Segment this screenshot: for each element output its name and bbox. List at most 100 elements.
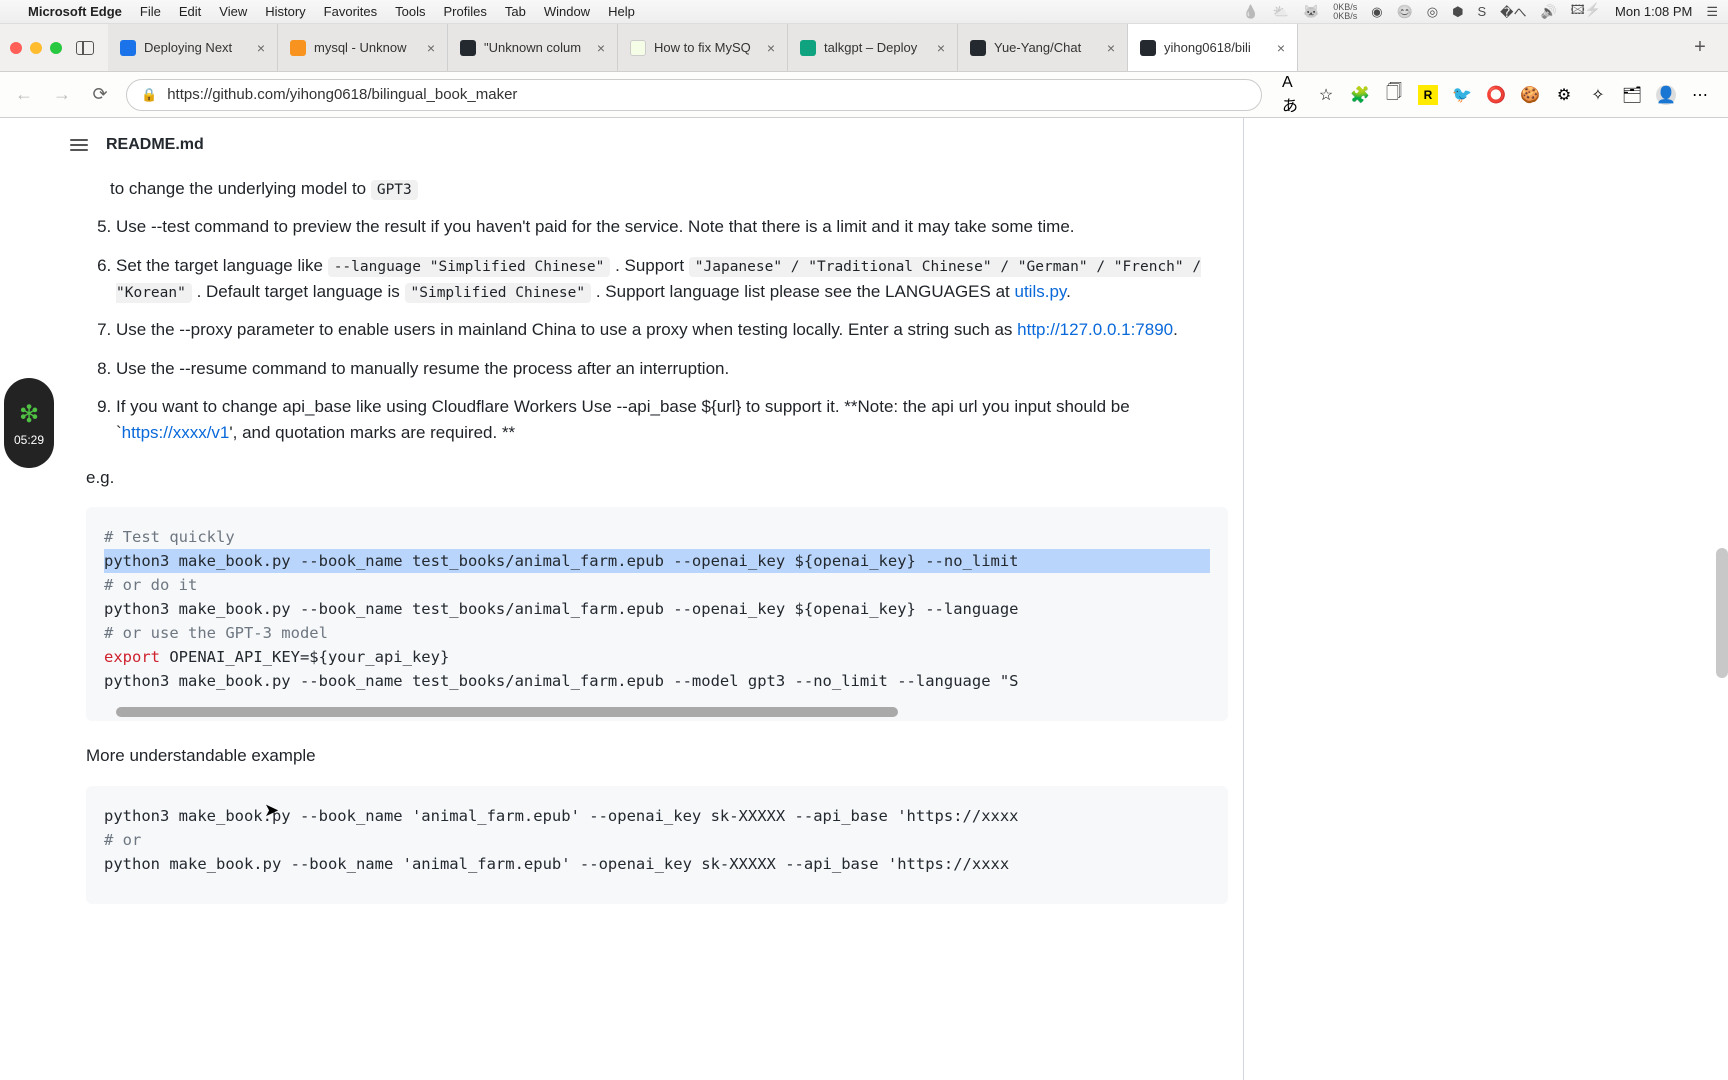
- code-block[interactable]: # Test quickly python3 make_book.py --bo…: [86, 507, 1228, 721]
- favorites-icon[interactable]: ✧: [1588, 85, 1608, 105]
- horizontal-scrollbar[interactable]: [116, 707, 898, 717]
- menu-edit[interactable]: Edit: [179, 4, 201, 19]
- close-tab-icon[interactable]: ×: [597, 40, 605, 56]
- right-rail: [1243, 118, 1728, 1080]
- status-icon[interactable]: ⬢: [1452, 4, 1463, 20]
- menu-window[interactable]: Window: [544, 4, 590, 19]
- wifi-icon[interactable]: �へ: [1500, 2, 1526, 21]
- favorite-icon[interactable]: ☆: [1316, 85, 1336, 105]
- menu-help[interactable]: Help: [608, 4, 635, 19]
- reload-button[interactable]: ⟳: [88, 83, 112, 107]
- close-tab-icon[interactable]: ×: [1277, 40, 1285, 56]
- favicon-icon: [1140, 40, 1156, 56]
- link[interactable]: http://127.0.0.1:7890: [1017, 320, 1173, 339]
- menu-view[interactable]: View: [219, 4, 247, 19]
- extension-icon[interactable]: 🐦: [1452, 85, 1472, 105]
- extension-icon[interactable]: R: [1418, 85, 1438, 105]
- code-line-highlighted: python3 make_book.py --book_name test_bo…: [104, 549, 1210, 573]
- extension-icon[interactable]: ⭕: [1486, 85, 1506, 105]
- favicon-icon: [290, 40, 306, 56]
- paragraph: More understandable example: [86, 743, 1228, 769]
- browser-tab[interactable]: mysql - Unknow ×: [278, 24, 448, 71]
- close-tab-icon[interactable]: ×: [427, 40, 435, 56]
- status-icon[interactable]: 🐱: [1303, 4, 1319, 20]
- status-icon[interactable]: ◎: [1427, 4, 1438, 20]
- close-tab-icon[interactable]: ×: [767, 40, 775, 56]
- network-stats: 0KB/s0KB/s: [1333, 3, 1357, 21]
- menu-tab[interactable]: Tab: [505, 4, 526, 19]
- minimize-window-button[interactable]: [30, 42, 42, 54]
- extension-icon[interactable]: 🗍: [1384, 85, 1404, 105]
- list-item: Use the --proxy parameter to enable user…: [116, 317, 1228, 343]
- forward-button[interactable]: →: [50, 83, 74, 107]
- close-tab-icon[interactable]: ×: [1107, 40, 1115, 56]
- menu-profiles[interactable]: Profiles: [444, 4, 487, 19]
- back-button[interactable]: ←: [12, 83, 36, 107]
- paragraph: e.g.: [86, 465, 1228, 491]
- control-center-icon[interactable]: ☰: [1706, 4, 1718, 20]
- link[interactable]: utils.py: [1014, 282, 1066, 301]
- extension-icon[interactable]: 🧩: [1350, 85, 1370, 105]
- tab-title: Yue-Yang/Chat: [994, 40, 1099, 55]
- overflow-menu-icon[interactable]: ⋯: [1690, 85, 1710, 105]
- app-name[interactable]: Microsoft Edge: [28, 4, 122, 19]
- battery-icon[interactable]: 🖾⚡: [1571, 1, 1601, 23]
- timer-widget[interactable]: ❇ 05:29: [4, 378, 54, 468]
- menu-tools[interactable]: Tools: [395, 4, 425, 19]
- readme-content: to change the underlying model to GPT3 U…: [86, 176, 1228, 926]
- tabs-sidebar-icon[interactable]: [76, 41, 94, 55]
- browser-toolbar: ← → ⟳ 🔒 https://github.com/yihong0618/bi…: [0, 72, 1728, 118]
- profile-avatar[interactable]: 👤: [1656, 85, 1676, 105]
- leaf-icon: ❇: [19, 400, 39, 429]
- list-item: to change the underlying model to GPT3: [110, 176, 1228, 202]
- status-icon[interactable]: 💧: [1243, 4, 1259, 20]
- browser-tab[interactable]: How to fix MySQ ×: [618, 24, 788, 71]
- browser-tab[interactable]: yihong0618/bili ×: [1128, 24, 1298, 71]
- close-tab-icon[interactable]: ×: [257, 40, 265, 56]
- clock[interactable]: Mon 1:08 PM: [1615, 4, 1692, 19]
- toc-icon[interactable]: [70, 139, 88, 151]
- favicon-icon: [460, 40, 476, 56]
- list-item: Use --test command to preview the result…: [116, 214, 1228, 240]
- url-text: https://github.com/yihong0618/bilingual_…: [167, 86, 517, 103]
- link[interactable]: https://xxxx/v1: [122, 423, 230, 442]
- code-block[interactable]: python3 make_book.py --book_name 'animal…: [86, 786, 1228, 904]
- browser-tab[interactable]: talkgpt – Deploy ×: [788, 24, 958, 71]
- close-tab-icon[interactable]: ×: [937, 40, 945, 56]
- lock-icon[interactable]: 🔒: [141, 87, 157, 103]
- browser-tabstrip: Deploying Next × mysql - Unknow × "Unkno…: [0, 24, 1728, 72]
- tab-title: mysql - Unknow: [314, 40, 419, 55]
- extension-icon[interactable]: ⚙: [1554, 85, 1574, 105]
- close-window-button[interactable]: [10, 42, 22, 54]
- menu-favorites[interactable]: Favorites: [324, 4, 377, 19]
- reader-icon[interactable]: Aあ: [1282, 85, 1302, 105]
- inline-code: --language "Simplified Chinese": [328, 257, 611, 277]
- status-icon[interactable]: ◉: [1371, 4, 1382, 20]
- status-icon[interactable]: S: [1477, 4, 1486, 19]
- favicon-icon: [800, 40, 816, 56]
- inline-code: GPT3: [371, 180, 418, 200]
- browser-tab[interactable]: Deploying Next ×: [108, 24, 278, 71]
- inline-code: "Simplified Chinese": [405, 283, 592, 303]
- toolbar-extensions: Aあ ☆ 🧩 🗍 R 🐦 ⭕ 🍪 ⚙ ✧ 🗂 👤 ⋯: [1276, 85, 1716, 105]
- new-tab-button[interactable]: +: [1682, 36, 1718, 59]
- mac-menubar: Microsoft Edge File Edit View History Fa…: [0, 0, 1728, 24]
- menu-history[interactable]: History: [265, 4, 305, 19]
- timer-value: 05:29: [14, 433, 44, 447]
- collections-icon[interactable]: 🗂: [1622, 85, 1642, 105]
- page-viewport: README.md to change the underlying model…: [0, 118, 1728, 1080]
- browser-tab[interactable]: "Unknown colum ×: [448, 24, 618, 71]
- volume-icon[interactable]: 🔊: [1540, 4, 1556, 20]
- extension-icon[interactable]: 🍪: [1520, 85, 1540, 105]
- menu-file[interactable]: File: [140, 4, 161, 19]
- favicon-icon: [970, 40, 986, 56]
- browser-tab[interactable]: Yue-Yang/Chat ×: [958, 24, 1128, 71]
- maximize-window-button[interactable]: [50, 42, 62, 54]
- vertical-scrollbar[interactable]: [1716, 548, 1728, 678]
- favicon-icon: [630, 40, 646, 56]
- status-icon[interactable]: ⛅: [1273, 4, 1289, 20]
- traffic-lights: [10, 42, 62, 54]
- status-icon[interactable]: 😊: [1397, 4, 1413, 20]
- tab-title: Deploying Next: [144, 40, 249, 55]
- address-bar[interactable]: 🔒 https://github.com/yihong0618/bilingua…: [126, 79, 1262, 111]
